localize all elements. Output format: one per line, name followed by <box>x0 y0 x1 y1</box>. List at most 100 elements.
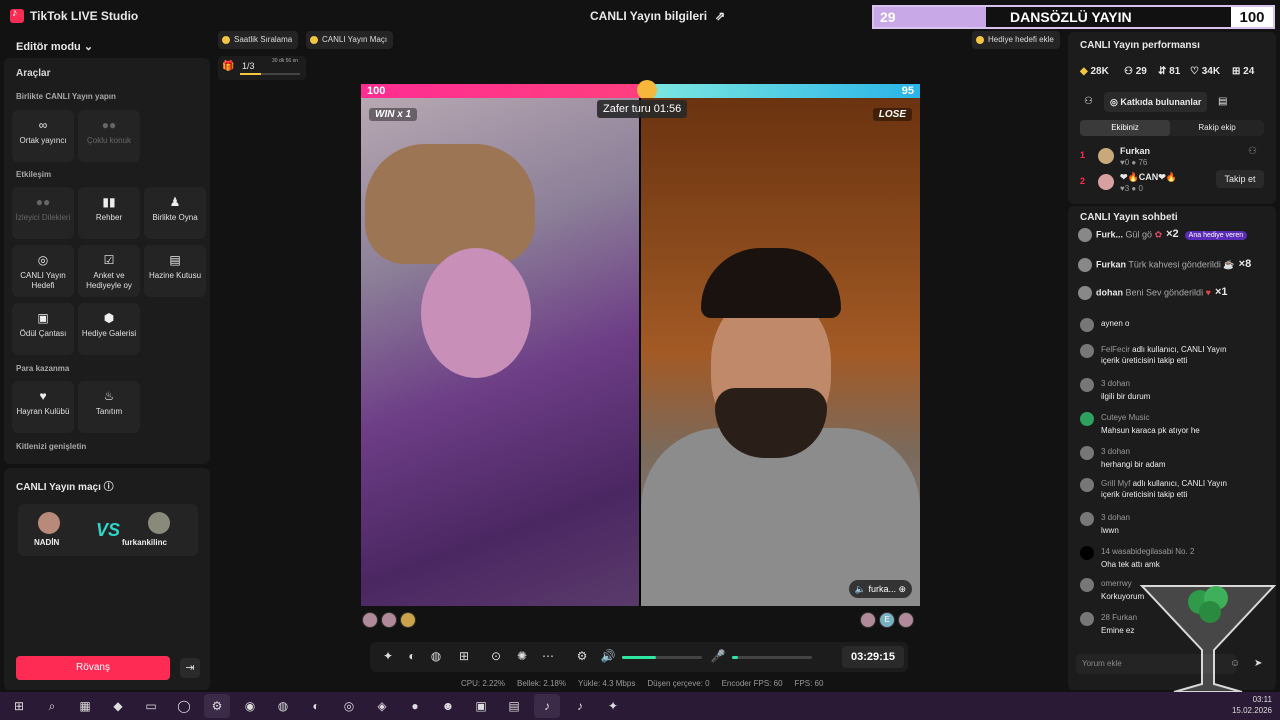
gifter-avatar[interactable] <box>898 612 914 628</box>
tool-promote[interactable]: ♨ Tanıtım <box>78 381 140 433</box>
tool-treasure-box[interactable]: ▤ Hazine Kutusu <box>144 245 206 297</box>
add-source-icon[interactable]: ⊞ <box>456 649 472 663</box>
tool-gift-gallery[interactable]: ⬢ Hediye Galerisi <box>78 303 140 355</box>
tools-title: Araçlar <box>16 68 51 79</box>
opponent-name-tag[interactable]: 🔈 furka... ⊕ <box>848 580 912 598</box>
volume-slider[interactable] <box>622 656 702 659</box>
obs-icon[interactable]: ◉ <box>237 694 263 718</box>
mic-slider[interactable] <box>732 656 812 659</box>
help-icon[interactable]: ⓘ <box>104 482 114 493</box>
copilot-icon[interactable]: ◆ <box>105 694 131 718</box>
more-icon[interactable]: ⋯ <box>540 649 556 663</box>
add-user-icon[interactable]: ⚇ <box>1084 96 1093 107</box>
gift-goal-progress[interactable]: 🎁 1/3 30 dk 56 sn <box>218 56 306 80</box>
tool-live-goal[interactable]: ◎ CANLI Yayın Hedefi <box>12 245 74 297</box>
editor-mode-dropdown[interactable]: Editör modu ⌄ <box>16 40 93 53</box>
trophy-icon <box>222 35 230 44</box>
system-clock[interactable]: 03:11 15.02.2026 <box>1232 694 1272 716</box>
task-view-icon[interactable]: ▦ <box>72 694 98 718</box>
app-icon[interactable]: ● <box>402 694 428 718</box>
app-icon[interactable]: ▤ <box>501 694 527 718</box>
overlay-left-count: 29 <box>874 7 986 27</box>
tool-reward-bag[interactable]: ▣ Ödül Çantası <box>12 303 74 355</box>
tool-cohost[interactable]: ∞ Ortak yayıncı <box>12 110 74 162</box>
viewers-icon: ⚇ <box>1124 66 1133 77</box>
rematch-button[interactable]: Rövanş <box>16 656 170 680</box>
host-top-gifters[interactable] <box>362 612 416 628</box>
gifter-avatar[interactable]: E <box>879 612 895 628</box>
app-icon[interactable]: ◈ <box>369 694 395 718</box>
app-name: TikTok LIVE Studio <box>30 9 139 23</box>
player-right-name: furkankilinc <box>122 538 167 547</box>
metric-gifts: ⊞ 24 <box>1232 66 1255 77</box>
tiktok-live-studio-icon[interactable]: ♪ <box>534 694 560 718</box>
app-icon[interactable]: ◐ <box>303 694 329 718</box>
gamepad-icon: ♟ <box>169 195 181 209</box>
live-match-chip[interactable]: CANLI Yayın Maçı <box>306 31 394 49</box>
avatar <box>1098 148 1114 164</box>
app-icon[interactable]: ✦ <box>600 694 626 718</box>
tool-play-together[interactable]: ♟ Birlikte Oyna <box>144 187 206 239</box>
section-engagement: Etkileşim <box>16 170 52 179</box>
steam-icon[interactable]: ⚙ <box>204 694 230 718</box>
add-gift-goal-chip[interactable]: Hediye hedefi ekle <box>972 31 1060 49</box>
app-icon[interactable]: ▣ <box>468 694 494 718</box>
tiktok-icon[interactable]: ♪ <box>567 694 593 718</box>
search-icon[interactable]: ⌕ <box>39 694 65 718</box>
filter-icon[interactable]: ◍ <box>428 649 444 663</box>
contributors-button[interactable]: ◎ Katkıda bulunanlar <box>1104 92 1208 112</box>
settings-sliders-icon[interactable]: ⚙ <box>574 649 590 663</box>
app-logo: TikTok LIVE Studio <box>10 7 139 23</box>
metric-shares: ⇵ 81 <box>1158 66 1181 77</box>
record-icon[interactable]: ⊙ <box>488 649 504 663</box>
tool-fan-club[interactable]: ♥ Hayran Kulübü <box>12 381 74 433</box>
avatar <box>1078 258 1092 272</box>
add-friend-icon[interactable]: ⚇ <box>1248 146 1257 157</box>
discord-icon[interactable]: ☻ <box>435 694 461 718</box>
tool-viewer-wishes[interactable]: ●● İzleyici Dilekleri <box>12 187 74 239</box>
win-tag: WIN x 1 <box>369 108 418 121</box>
gift-event: dohan Beni Sev gönderildi ♥ ×1 <box>1078 286 1227 302</box>
tab-your-team[interactable]: Ekibiniz <box>1080 120 1170 136</box>
goal-icon: 🎁 <box>222 61 235 72</box>
layout-icon[interactable]: ✺ <box>514 649 530 663</box>
chrome-icon[interactable]: ◎ <box>336 694 362 718</box>
follow-button[interactable]: Takip et <box>1216 170 1264 188</box>
tool-multiguest[interactable]: ●● Çoklu konuk <box>78 110 140 162</box>
opponent-top-gifters[interactable]: E <box>860 612 914 628</box>
tool-guide[interactable]: ▮▮ Rehber <box>78 187 140 239</box>
effects-icon[interactable]: ✦ <box>380 649 396 663</box>
explorer-icon[interactable]: ▭ <box>138 694 164 718</box>
target-icon: ◎ <box>37 253 49 267</box>
coffee-gift-icon: ☕ <box>1223 259 1235 270</box>
gifter-avatar[interactable] <box>381 612 397 628</box>
window-title[interactable]: CANLI Yayın bilgileri ⇗ <box>590 9 725 23</box>
opera-icon[interactable]: ◯ <box>171 694 197 718</box>
host-face <box>421 248 531 378</box>
performance-panel: CANLI Yayın performansı ◆ 28K ⚇ 29 ⇵ 81 … <box>1068 32 1276 204</box>
exit-match-icon[interactable]: ⇥ <box>180 658 200 678</box>
users-icon: ●● <box>101 118 117 132</box>
hourly-ranking-chip[interactable]: Saatlik Sıralama <box>218 31 299 49</box>
score-right: 95 <box>648 84 920 98</box>
tool-poll[interactable]: ☑ Anket ve Hediyeyle oy <box>78 245 140 297</box>
windows-start-icon[interactable]: ⊞ <box>6 694 32 718</box>
left-panel: Editör modu ⌄ Araçlar Birlikte CANLI Yay… <box>4 32 210 690</box>
gifter-avatar[interactable] <box>362 612 378 628</box>
chat-title: CANLI Yayın sohbeti <box>1080 212 1178 223</box>
bag-icon: ▣ <box>37 311 49 325</box>
gifter-avatar[interactable] <box>400 612 416 628</box>
share-icon[interactable]: ⇗ <box>715 9 725 23</box>
mic-icon[interactable]: 🎤 <box>710 649 726 663</box>
spotify-icon[interactable]: ◍ <box>270 694 296 718</box>
stat-encoder-fps: Encoder FPS: 60 <box>721 679 783 688</box>
speaker-icon[interactable]: 🔈 <box>855 584 869 594</box>
like-icon: ♡ <box>1190 66 1199 77</box>
link-icon: ∞ <box>38 118 48 132</box>
gifter-avatar[interactable] <box>860 612 876 628</box>
volume-icon[interactable]: 🔊 <box>600 649 616 663</box>
flame-icon: ♨ <box>103 389 115 403</box>
beauty-icon[interactable]: ◐ <box>404 649 420 663</box>
report-icon[interactable]: ▤ <box>1218 96 1227 107</box>
tab-rival-team[interactable]: Rakip ekip <box>1172 120 1262 136</box>
